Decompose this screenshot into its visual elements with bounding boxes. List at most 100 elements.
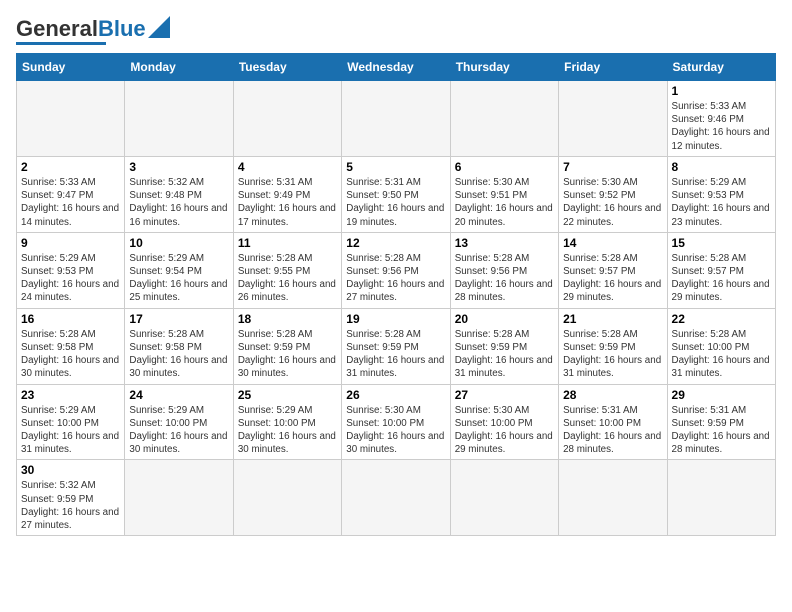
day-info: Sunrise: 5:30 AM Sunset: 9:52 PM Dayligh… [563, 176, 662, 229]
calendar-cell [125, 460, 233, 536]
day-info: Sunrise: 5:28 AM Sunset: 9:55 PM Dayligh… [238, 252, 337, 305]
day-info: Sunrise: 5:32 AM Sunset: 9:59 PM Dayligh… [21, 479, 120, 532]
day-number: 28 [563, 388, 662, 402]
calendar-cell: 17 Sunrise: 5:28 AM Sunset: 9:58 PM Dayli… [125, 308, 233, 384]
logo-icon [148, 16, 170, 38]
calendar-cell [450, 81, 558, 157]
day-number: 13 [455, 236, 554, 250]
calendar-cell: 8 Sunrise: 5:29 AM Sunset: 9:53 PM Daylig… [667, 156, 775, 232]
calendar-cell: 20Sunrise: 5:28 AM Sunset: 9:59 PM Dayli… [450, 308, 558, 384]
calendar-cell: 21 Sunrise: 5:28 AM Sunset: 9:59 PM Dayli… [559, 308, 667, 384]
day-number: 16 [21, 312, 120, 326]
day-number: 8 [672, 160, 771, 174]
calendar-cell: 19 Sunrise: 5:28 AM Sunset: 9:59 PM Dayli… [342, 308, 450, 384]
column-header-wednesday: Wednesday [342, 54, 450, 81]
day-info: Sunrise: 5:28 AM Sunset: 9:56 PM Dayligh… [455, 252, 554, 305]
calendar-cell [450, 460, 558, 536]
calendar-cell: 26Sunrise: 5:30 AM Sunset: 10:00 PM Dayl… [342, 384, 450, 460]
calendar-cell: 12 Sunrise: 5:28 AM Sunset: 9:56 PM Dayli… [342, 232, 450, 308]
day-info: Sunrise: 5:29 AM Sunset: 9:53 PM Dayligh… [672, 176, 771, 229]
calendar-cell: 25 Sunrise: 5:29 AM Sunset: 10:00 PM Dayl… [233, 384, 341, 460]
column-header-monday: Monday [125, 54, 233, 81]
day-number: 17 [129, 312, 228, 326]
calendar-cell: 1Sunrise: 5:33 AM Sunset: 9:46 PM Daylig… [667, 81, 775, 157]
calendar-table: SundayMondayTuesdayWednesdayThursdayFrid… [16, 53, 776, 536]
calendar-cell: 30Sunrise: 5:32 AM Sunset: 9:59 PM Dayli… [17, 460, 125, 536]
day-info: Sunrise: 5:33 AM Sunset: 9:46 PM Dayligh… [672, 100, 771, 153]
day-info: Sunrise: 5:28 AM Sunset: 9:58 PM Dayligh… [21, 328, 120, 381]
day-number: 23 [21, 388, 120, 402]
day-info: Sunrise: 5:28 AM Sunset: 9:59 PM Dayligh… [455, 328, 554, 381]
calendar-cell: 7Sunrise: 5:30 AM Sunset: 9:52 PM Daylig… [559, 156, 667, 232]
day-number: 11 [238, 236, 337, 250]
column-header-tuesday: Tuesday [233, 54, 341, 81]
calendar-cell: 6 Sunrise: 5:30 AM Sunset: 9:51 PM Daylig… [450, 156, 558, 232]
day-number: 12 [346, 236, 445, 250]
day-number: 9 [21, 236, 120, 250]
column-header-friday: Friday [559, 54, 667, 81]
calendar-cell: 10 Sunrise: 5:29 AM Sunset: 9:54 PM Dayli… [125, 232, 233, 308]
day-number: 24 [129, 388, 228, 402]
day-info: Sunrise: 5:30 AM Sunset: 9:51 PM Dayligh… [455, 176, 554, 229]
calendar-cell: 11 Sunrise: 5:28 AM Sunset: 9:55 PM Dayli… [233, 232, 341, 308]
calendar-cell: 14 Sunrise: 5:28 AM Sunset: 9:57 PM Dayli… [559, 232, 667, 308]
day-info: Sunrise: 5:28 AM Sunset: 10:00 PM Daylig… [672, 328, 771, 381]
calendar-cell: 24 Sunrise: 5:29 AM Sunset: 10:00 PM Dayl… [125, 384, 233, 460]
day-info: Sunrise: 5:28 AM Sunset: 9:59 PM Dayligh… [346, 328, 445, 381]
calendar-cell [559, 81, 667, 157]
calendar-cell: 27 Sunrise: 5:30 AM Sunset: 10:00 PM Dayl… [450, 384, 558, 460]
calendar-cell [17, 81, 125, 157]
day-info: Sunrise: 5:29 AM Sunset: 10:00 PM Daylig… [21, 404, 120, 457]
calendar-cell [342, 460, 450, 536]
day-number: 25 [238, 388, 337, 402]
calendar-cell [342, 81, 450, 157]
day-info: Sunrise: 5:31 AM Sunset: 10:00 PM Daylig… [563, 404, 662, 457]
day-info: Sunrise: 5:28 AM Sunset: 9:57 PM Dayligh… [672, 252, 771, 305]
day-number: 27 [455, 388, 554, 402]
logo: GeneralBlue [16, 16, 170, 45]
calendar-cell: 9 Sunrise: 5:29 AM Sunset: 9:53 PM Daylig… [17, 232, 125, 308]
day-info: Sunrise: 5:28 AM Sunset: 9:59 PM Dayligh… [238, 328, 337, 381]
day-number: 4 [238, 160, 337, 174]
day-number: 10 [129, 236, 228, 250]
day-info: Sunrise: 5:30 AM Sunset: 10:00 PM Daylig… [346, 404, 445, 457]
calendar-cell: 16 Sunrise: 5:28 AM Sunset: 9:58 PM Dayli… [17, 308, 125, 384]
calendar-cell: 23 Sunrise: 5:29 AM Sunset: 10:00 PM Dayl… [17, 384, 125, 460]
calendar-cell [125, 81, 233, 157]
calendar-cell [233, 460, 341, 536]
column-header-saturday: Saturday [667, 54, 775, 81]
day-info: Sunrise: 5:29 AM Sunset: 10:00 PM Daylig… [129, 404, 228, 457]
day-number: 14 [563, 236, 662, 250]
calendar-cell: 29 Sunrise: 5:31 AM Sunset: 9:59 PM Dayli… [667, 384, 775, 460]
day-info: Sunrise: 5:29 AM Sunset: 10:00 PM Daylig… [238, 404, 337, 457]
calendar-cell: 22Sunrise: 5:28 AM Sunset: 10:00 PM Dayl… [667, 308, 775, 384]
day-number: 18 [238, 312, 337, 326]
calendar-cell: 18 Sunrise: 5:28 AM Sunset: 9:59 PM Dayli… [233, 308, 341, 384]
logo-text: GeneralBlue [16, 18, 146, 40]
day-info: Sunrise: 5:28 AM Sunset: 9:58 PM Dayligh… [129, 328, 228, 381]
calendar-cell: 2Sunrise: 5:33 AM Sunset: 9:47 PM Daylig… [17, 156, 125, 232]
day-number: 6 [455, 160, 554, 174]
day-info: Sunrise: 5:30 AM Sunset: 10:00 PM Daylig… [455, 404, 554, 457]
day-info: Sunrise: 5:28 AM Sunset: 9:56 PM Dayligh… [346, 252, 445, 305]
calendar-cell [667, 460, 775, 536]
day-number: 19 [346, 312, 445, 326]
calendar-cell [559, 460, 667, 536]
calendar-cell: 13 Sunrise: 5:28 AM Sunset: 9:56 PM Dayli… [450, 232, 558, 308]
day-info: Sunrise: 5:29 AM Sunset: 9:54 PM Dayligh… [129, 252, 228, 305]
day-info: Sunrise: 5:29 AM Sunset: 9:53 PM Dayligh… [21, 252, 120, 305]
day-info: Sunrise: 5:31 AM Sunset: 9:59 PM Dayligh… [672, 404, 771, 457]
day-info: Sunrise: 5:31 AM Sunset: 9:49 PM Dayligh… [238, 176, 337, 229]
day-number: 29 [672, 388, 771, 402]
column-header-thursday: Thursday [450, 54, 558, 81]
day-info: Sunrise: 5:28 AM Sunset: 9:59 PM Dayligh… [563, 328, 662, 381]
day-number: 21 [563, 312, 662, 326]
day-info: Sunrise: 5:28 AM Sunset: 9:57 PM Dayligh… [563, 252, 662, 305]
calendar-cell [233, 81, 341, 157]
day-info: Sunrise: 5:33 AM Sunset: 9:47 PM Dayligh… [21, 176, 120, 229]
calendar-cell: 4 Sunrise: 5:31 AM Sunset: 9:49 PM Daylig… [233, 156, 341, 232]
calendar-cell: 5Sunrise: 5:31 AM Sunset: 9:50 PM Daylig… [342, 156, 450, 232]
calendar-cell: 3Sunrise: 5:32 AM Sunset: 9:48 PM Daylig… [125, 156, 233, 232]
day-info: Sunrise: 5:32 AM Sunset: 9:48 PM Dayligh… [129, 176, 228, 229]
calendar-cell: 28 Sunrise: 5:31 AM Sunset: 10:00 PM Dayl… [559, 384, 667, 460]
